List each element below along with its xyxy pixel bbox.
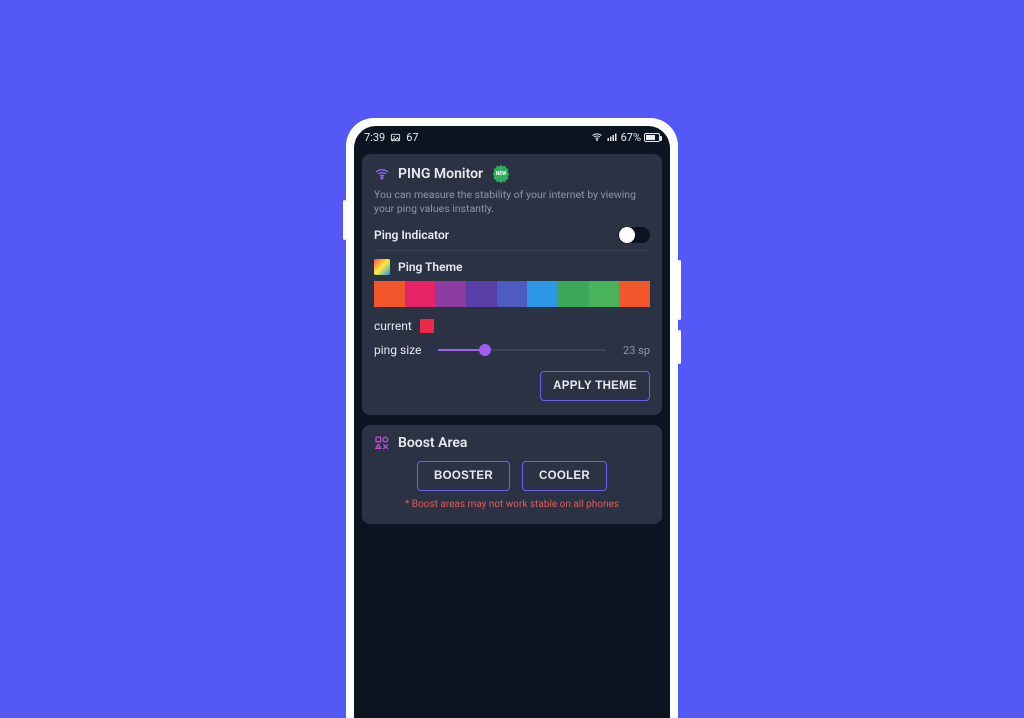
palette-color[interactable] (405, 281, 436, 307)
ping-size-label: ping size (374, 343, 428, 357)
palette-color[interactable] (527, 281, 558, 307)
ping-monitor-title: PING Monitor (398, 166, 483, 182)
palette-icon (374, 259, 390, 275)
wifi-icon (374, 166, 390, 182)
ping-size-value: 23 sp (616, 344, 650, 357)
screen: 7:39 67 67% (354, 126, 670, 718)
ping-theme-label: Ping Theme (398, 260, 462, 274)
palette-color[interactable] (589, 281, 620, 307)
signal-icon (606, 131, 618, 143)
ping-monitor-desc: You can measure the stability of your in… (374, 188, 650, 216)
boost-footnote: * Boost areas may not work stable on all… (374, 499, 650, 510)
status-bar: 7:39 67 67% (354, 126, 670, 148)
apply-theme-button[interactable]: APPLY THEME (540, 371, 650, 401)
ping-size-slider[interactable] (438, 343, 606, 357)
boost-area-title: Boost Area (398, 435, 467, 451)
palette-color[interactable] (558, 281, 589, 307)
battery-icon (644, 133, 660, 142)
palette-color[interactable] (466, 281, 497, 307)
phone-side-button-right-2 (678, 330, 681, 364)
status-battery-pct: 67% (621, 131, 641, 144)
palette-color[interactable] (497, 281, 528, 307)
phone-frame: 7:39 67 67% (346, 118, 678, 718)
phone-side-button-left (343, 200, 346, 240)
booster-button[interactable]: BOOSTER (417, 461, 510, 491)
current-label: current (374, 319, 412, 333)
color-palette[interactable] (374, 281, 650, 307)
ping-indicator-label: Ping Indicator (374, 228, 449, 242)
ping-indicator-row: Ping Indicator (374, 223, 650, 251)
wifi-icon (591, 131, 603, 143)
cooler-button[interactable]: COOLER (522, 461, 607, 491)
picture-icon (390, 132, 401, 143)
current-color-swatch (420, 319, 434, 333)
palette-color[interactable] (374, 281, 405, 307)
boost-grid-icon (374, 435, 390, 451)
phone-side-button-right-1 (678, 260, 681, 320)
ping-monitor-card: PING Monitor NEW You can measure the sta… (362, 154, 662, 415)
new-badge-icon: NEW (491, 164, 511, 184)
palette-color[interactable] (619, 281, 650, 307)
ping-indicator-toggle[interactable] (618, 227, 650, 243)
boost-area-card: Boost Area BOOSTER COOLER * Boost areas … (362, 425, 662, 524)
status-time: 7:39 (364, 131, 385, 144)
status-notif-count: 67 (406, 131, 418, 144)
palette-color[interactable] (435, 281, 466, 307)
